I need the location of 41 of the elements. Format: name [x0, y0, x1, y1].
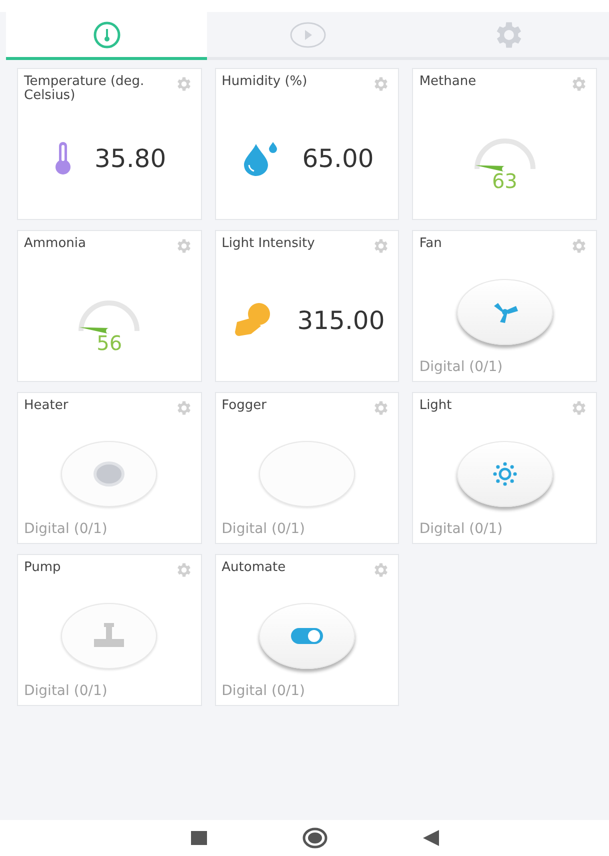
play-icon	[288, 20, 326, 48]
settings-icon[interactable]	[174, 75, 193, 93]
widget-footer: Digital (0/1)	[222, 683, 392, 699]
settings-icon[interactable]	[174, 561, 193, 579]
widget-title: Light	[419, 399, 453, 415]
toggle-icon	[290, 626, 324, 646]
thermometer-icon	[52, 141, 73, 175]
home-icon[interactable]	[302, 827, 328, 849]
settings-icon[interactable]	[372, 561, 390, 579]
settings-icon[interactable]	[570, 399, 588, 417]
back-icon[interactable]	[422, 830, 438, 846]
widget-title: Fogger	[222, 399, 268, 415]
settings-icon[interactable]	[570, 75, 588, 93]
gauge-reading: 63	[492, 169, 518, 193]
widget-title: Temperature (deg. Celsius)	[24, 75, 146, 103]
widget-title: Humidity (%)	[222, 75, 308, 91]
widget-footer: Digital (0/1)	[419, 521, 590, 537]
widget-title: Heater	[24, 399, 70, 415]
settings-icon[interactable]	[372, 399, 390, 417]
widget-footer: Digital (0/1)	[222, 521, 392, 537]
tab[interactable]	[6, 12, 207, 60]
widget-title: Automate	[222, 561, 287, 577]
sensor-value: 315.00	[297, 306, 385, 334]
settings-icon[interactable]	[372, 75, 390, 93]
widget-footer: Digital (0/1)	[24, 521, 195, 537]
settings-icon[interactable]	[570, 237, 588, 255]
widget-footer: Digital (0/1)	[24, 683, 195, 699]
widget-footer: Digital (0/1)	[419, 359, 590, 375]
widget-title: Ammonia	[24, 237, 87, 253]
settings-icon[interactable]	[174, 399, 193, 417]
square-icon[interactable]	[190, 831, 206, 845]
settings-icon[interactable]	[174, 237, 193, 255]
widget-title: Pump	[24, 561, 62, 577]
sensor-value: 65.00	[302, 144, 374, 172]
gauge-icon	[92, 20, 120, 48]
widget-title: Methane	[419, 75, 478, 91]
sensor-value: 35.80	[94, 144, 166, 172]
settings-icon[interactable]	[372, 237, 390, 255]
widget-title: Light Intensity	[222, 237, 316, 253]
widget-title: Fan	[419, 237, 443, 253]
gauge-reading: 56	[96, 331, 122, 355]
